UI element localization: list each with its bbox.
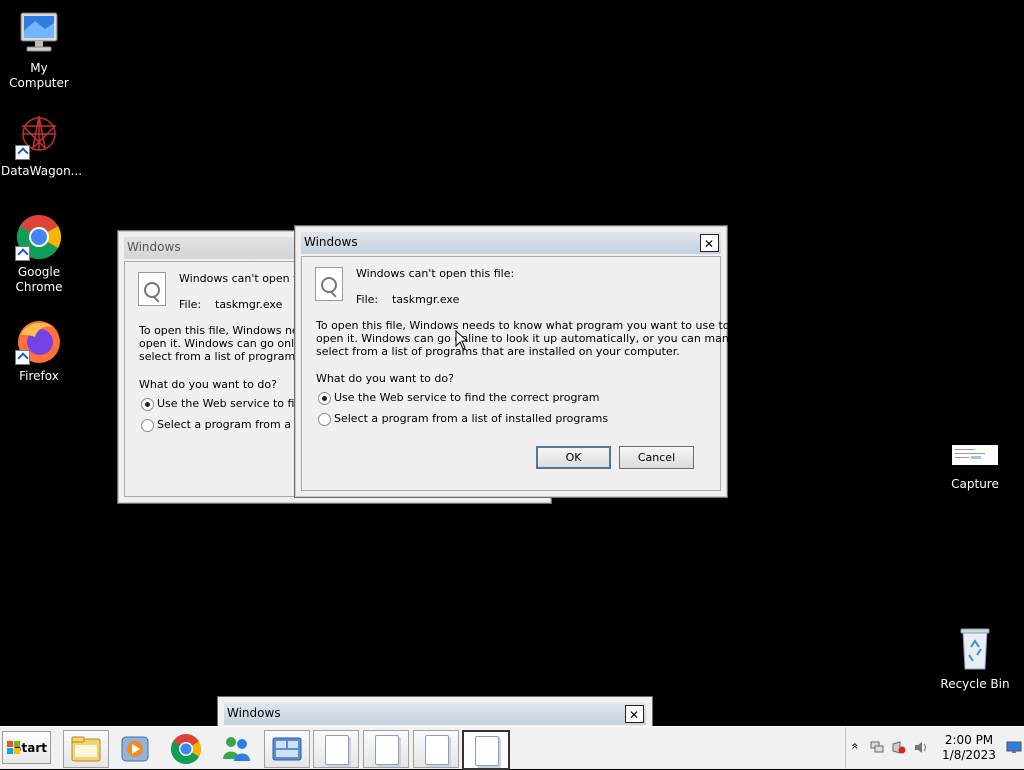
taskbar-explorer[interactable] [63,730,109,768]
taskbar-media-player[interactable] [112,730,158,768]
radio-web-service-label[interactable]: Use the Web service to find t [157,397,316,410]
taskbar-window-3[interactable] [413,730,459,768]
desktop-icon-firefox[interactable]: Firefox [1,317,77,384]
radio-web-service[interactable] [318,392,331,405]
document-icon [425,735,449,765]
taskbar-control-panel[interactable] [264,730,310,768]
title-bar[interactable]: Windows ✕ [301,232,721,254]
file-search-icon [315,267,343,301]
file-name: taskmgr.exe [392,293,460,306]
taskbar-window-2[interactable] [363,730,409,768]
dialog-open-with[interactable]: Windows ✕ Windows can't open this file: … [294,225,755,498]
file-label: File: [179,298,202,311]
chrome-icon [170,734,202,765]
taskbar-window-1[interactable] [313,730,359,768]
window-title: Windows [304,235,358,249]
file-name: taskmgr.exe [215,298,283,311]
desktop-icon-label: Google Chrome [15,265,63,294]
desktop-icon-label: Firefox [19,369,59,383]
question-label: What do you want to do? [139,378,277,391]
desktop-icon-label: Capture [951,477,999,491]
desktop-icon-label: My Computer [9,61,69,90]
capture-thumbnail-icon [952,445,998,465]
network-icon[interactable] [870,741,884,754]
system-tray: » 2:00 PM 1/8/2023 [845,727,1024,769]
taskbar: Start » 2:00 PM 1/8/2023 [0,726,1024,770]
close-icon: ✕ [704,237,715,251]
shortcut-arrow-icon [15,350,30,365]
shortcut-arrow-icon [15,246,30,261]
description-line: To open this file, Windows needs to know… [316,319,730,332]
question-label: What do you want to do? [316,372,454,385]
dialog-body: Windows can't open this file: File: task… [301,256,755,491]
desktop-icon-recycle-bin[interactable]: Recycle Bin [937,625,1013,692]
description-line: select from a list of programs that are … [316,345,680,358]
messenger-icon [223,737,250,761]
file-label: File: [356,293,379,306]
document-icon [475,736,499,766]
desktop-icon-label: Recycle Bin [940,677,1010,691]
radio-select-program[interactable] [141,419,154,432]
taskbar-chrome[interactable] [163,730,209,768]
window-title: Windows [127,240,181,254]
title-bar[interactable]: Windows ✕ [224,703,646,725]
document-icon [325,735,349,765]
ok-button[interactable]: OK [536,446,611,469]
chrome-icon [15,213,63,261]
mouse-cursor-icon [455,330,469,350]
shortcut-arrow-icon [15,145,30,160]
recycle-bin-icon [951,625,999,673]
computer-icon [15,9,63,57]
media-player-icon [121,736,149,762]
desktop-icon-capture[interactable]: Capture [937,445,1013,492]
close-icon: ✕ [629,708,640,722]
windows-logo-icon [7,741,21,755]
description-line: open it. Windows can go online t [139,337,319,350]
taskbar-messenger[interactable] [213,730,259,768]
file-search-icon [138,272,166,306]
desktop-icon-label: DataWagon... [1,164,83,178]
desktop-icon-google-chrome[interactable]: Google Chrome [1,213,77,295]
volume-icon[interactable] [914,741,928,754]
clock[interactable]: 2:00 PM 1/8/2023 [934,733,1004,763]
explorer-icon [71,736,101,762]
taskbar-window-4-active[interactable] [462,730,510,770]
dialog-open-with-minimized[interactable]: Windows ✕ [217,696,653,729]
radio-web-service-label[interactable]: Use the Web service to find the correct … [334,391,599,404]
document-icon [375,735,399,765]
description-line: open it. Windows can go online to look i… [316,332,756,345]
dialog-heading: Windows can't open this file: [356,267,515,280]
close-button[interactable]: ✕ [700,234,719,252]
datawagon-icon [15,112,63,160]
clock-time: 2:00 PM [944,733,994,747]
desktop-icon-my-computer[interactable]: My Computer [1,9,77,91]
clock-date: 1/8/2023 [942,748,996,762]
control-panel-icon [272,737,302,761]
show-desktop-icon[interactable] [1006,741,1022,754]
desktop-icon-datawagon[interactable]: DataWagon... [1,112,83,179]
radio-select-program-label[interactable]: Select a program from a list of installe… [334,412,608,425]
window-title: Windows [227,706,281,720]
cancel-button[interactable]: Cancel [619,446,694,469]
action-center-icon[interactable] [892,741,906,754]
close-button[interactable]: ✕ [625,705,644,723]
radio-select-program[interactable] [318,413,331,426]
description-line: To open this file, Windows needs [139,324,319,337]
firefox-icon [15,317,63,365]
start-button[interactable]: Start [2,731,51,764]
radio-web-service[interactable] [141,398,154,411]
show-hidden-icons-button[interactable]: » [848,742,862,749]
